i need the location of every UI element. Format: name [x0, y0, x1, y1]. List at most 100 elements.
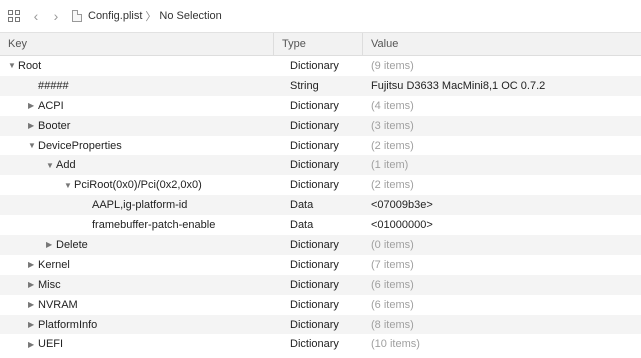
- type-cell[interactable]: Data: [273, 215, 362, 235]
- value-cell[interactable]: (6 items): [362, 295, 641, 315]
- key-cell: ▼ DeviceProperties: [0, 140, 273, 152]
- chevron-left-icon[interactable]: ‹: [30, 8, 42, 24]
- type-cell[interactable]: Dictionary: [273, 155, 362, 175]
- type-cell[interactable]: Dictionary: [273, 275, 362, 295]
- value-cell[interactable]: (1 item): [362, 155, 641, 175]
- document-icon: [72, 10, 82, 22]
- type-cell[interactable]: Dictionary: [273, 315, 362, 335]
- value-cell[interactable]: <07009b3e>: [362, 195, 641, 215]
- grid-icon[interactable]: [8, 10, 20, 22]
- key-label[interactable]: Booter: [38, 120, 70, 132]
- type-cell[interactable]: Dictionary: [273, 334, 362, 354]
- type-cell[interactable]: Dictionary: [273, 235, 362, 255]
- type-cell[interactable]: Dictionary: [273, 136, 362, 156]
- key-label[interactable]: Misc: [38, 279, 61, 291]
- table-row[interactable]: ▼ DeviceProperties Dictionary (2 items): [0, 136, 641, 156]
- key-label[interactable]: NVRAM: [38, 299, 78, 311]
- key-label[interactable]: PlatformInfo: [38, 319, 97, 331]
- key-cell: ▶ Misc: [0, 279, 273, 291]
- key-cell: ▶ Delete: [0, 239, 273, 251]
- key-cell: ▶ Booter: [0, 120, 273, 132]
- key-label[interactable]: ACPI: [38, 100, 64, 112]
- key-cell: ▶ ACPI: [0, 100, 273, 112]
- key-label[interactable]: AAPL,ig-platform-id: [92, 199, 187, 211]
- table-row[interactable]: ▶ Kernel Dictionary (7 items): [0, 255, 641, 275]
- column-header-type[interactable]: Type: [273, 33, 362, 55]
- table-row[interactable]: ▶ Misc Dictionary (6 items): [0, 274, 641, 295]
- key-label[interactable]: DeviceProperties: [38, 140, 122, 152]
- type-cell[interactable]: Dictionary: [273, 96, 362, 116]
- key-label[interactable]: Root: [18, 60, 41, 72]
- type-cell[interactable]: Data: [273, 195, 362, 215]
- disclosure-collapsed-icon[interactable]: ▶: [28, 101, 36, 110]
- disclosure-collapsed-icon[interactable]: ▶: [28, 280, 36, 289]
- key-cell: ▶ Kernel: [0, 259, 273, 271]
- value-cell[interactable]: <01000000>: [362, 215, 641, 235]
- key-cell: #####: [0, 80, 273, 92]
- breadcrumb-selection[interactable]: No Selection: [159, 10, 221, 22]
- table-row[interactable]: ▼ Root Dictionary (9 items): [0, 56, 641, 76]
- key-cell: framebuffer-patch-enable: [0, 219, 273, 231]
- value-cell[interactable]: (2 items): [362, 175, 641, 195]
- key-label[interactable]: #####: [38, 80, 69, 92]
- value-cell[interactable]: (6 items): [362, 275, 641, 295]
- value-cell[interactable]: (8 items): [362, 315, 641, 335]
- table-row[interactable]: ##### String Fujitsu D3633 MacMini8,1 OC 0…: [0, 75, 641, 96]
- disclosure-collapsed-icon[interactable]: ▶: [28, 300, 36, 309]
- disclosure-expanded-icon[interactable]: ▼: [8, 61, 16, 70]
- table-row[interactable]: AAPL,ig-platform-id Data <07009b3e>: [0, 195, 641, 216]
- editor-jump-bar: ‹ › Config.plist 〉 No Selection: [0, 0, 641, 32]
- key-label[interactable]: UEFI: [38, 338, 63, 350]
- value-cell[interactable]: (7 items): [362, 255, 641, 275]
- type-cell[interactable]: Dictionary: [273, 295, 362, 315]
- value-cell[interactable]: (3 items): [362, 116, 641, 136]
- table-row[interactable]: ▶ Booter Dictionary (3 items): [0, 115, 641, 136]
- column-header-key[interactable]: Key: [0, 33, 273, 55]
- breadcrumb-separator: 〉: [145, 11, 157, 23]
- type-cell[interactable]: Dictionary: [273, 116, 362, 136]
- table-row[interactable]: ▼ PciRoot(0x0)/Pci(0x2,0x0) Dictionary (2 i…: [0, 175, 641, 195]
- plist-table: Key Type Value ▼ Root Dictionary (9 items) #…: [0, 32, 641, 354]
- disclosure-collapsed-icon[interactable]: ▶: [28, 260, 36, 269]
- column-header-value[interactable]: Value: [362, 33, 641, 55]
- type-cell[interactable]: String: [273, 76, 362, 96]
- table-row[interactable]: ▼ Add Dictionary (1 item): [0, 155, 641, 176]
- key-cell: ▶ NVRAM: [0, 299, 273, 311]
- disclosure-expanded-icon[interactable]: ▼: [28, 141, 36, 150]
- key-label[interactable]: Add: [56, 159, 76, 171]
- key-label[interactable]: Delete: [56, 239, 88, 251]
- table-row[interactable]: ▶ UEFI Dictionary (10 items): [0, 334, 641, 354]
- value-cell[interactable]: (2 items): [362, 136, 641, 156]
- key-label[interactable]: PciRoot(0x0)/Pci(0x2,0x0): [74, 179, 202, 191]
- key-label[interactable]: framebuffer-patch-enable: [92, 219, 215, 231]
- table-body: ▼ Root Dictionary (9 items) ##### String Fujit…: [0, 56, 641, 354]
- disclosure-expanded-icon[interactable]: ▼: [64, 181, 72, 190]
- disclosure-collapsed-icon[interactable]: ▶: [28, 340, 36, 349]
- table-row[interactable]: ▶ PlatformInfo Dictionary (8 items): [0, 314, 641, 335]
- disclosure-collapsed-icon[interactable]: ▶: [28, 121, 36, 130]
- value-cell[interactable]: (10 items): [362, 334, 641, 354]
- disclosure-expanded-icon[interactable]: ▼: [46, 161, 54, 170]
- value-cell[interactable]: (9 items): [362, 56, 641, 76]
- value-cell[interactable]: Fujitsu D3633 MacMini8,1 OC 0.7.2: [362, 76, 641, 96]
- key-cell: ▶ PlatformInfo: [0, 319, 273, 331]
- key-cell: AAPL,ig-platform-id: [0, 199, 273, 211]
- type-cell[interactable]: Dictionary: [273, 56, 362, 76]
- table-row[interactable]: ▶ ACPI Dictionary (4 items): [0, 96, 641, 116]
- disclosure-collapsed-icon[interactable]: ▶: [46, 240, 54, 249]
- table-row[interactable]: ▶ NVRAM Dictionary (6 items): [0, 295, 641, 315]
- chevron-right-icon[interactable]: ›: [50, 8, 62, 24]
- value-cell[interactable]: (0 items): [362, 235, 641, 255]
- type-cell[interactable]: Dictionary: [273, 255, 362, 275]
- key-cell: ▼ Add: [0, 159, 273, 171]
- key-label[interactable]: Kernel: [38, 259, 70, 271]
- value-cell[interactable]: (4 items): [362, 96, 641, 116]
- table-row[interactable]: ▶ Delete Dictionary (0 items): [0, 235, 641, 255]
- type-cell[interactable]: Dictionary: [273, 175, 362, 195]
- table-header: Key Type Value: [0, 32, 641, 56]
- disclosure-collapsed-icon[interactable]: ▶: [28, 320, 36, 329]
- key-cell: ▼ PciRoot(0x0)/Pci(0x2,0x0): [0, 179, 273, 191]
- table-row[interactable]: framebuffer-patch-enable Data <01000000>: [0, 215, 641, 235]
- key-cell: ▼ Root: [0, 60, 273, 72]
- breadcrumb-file[interactable]: Config.plist: [88, 10, 142, 22]
